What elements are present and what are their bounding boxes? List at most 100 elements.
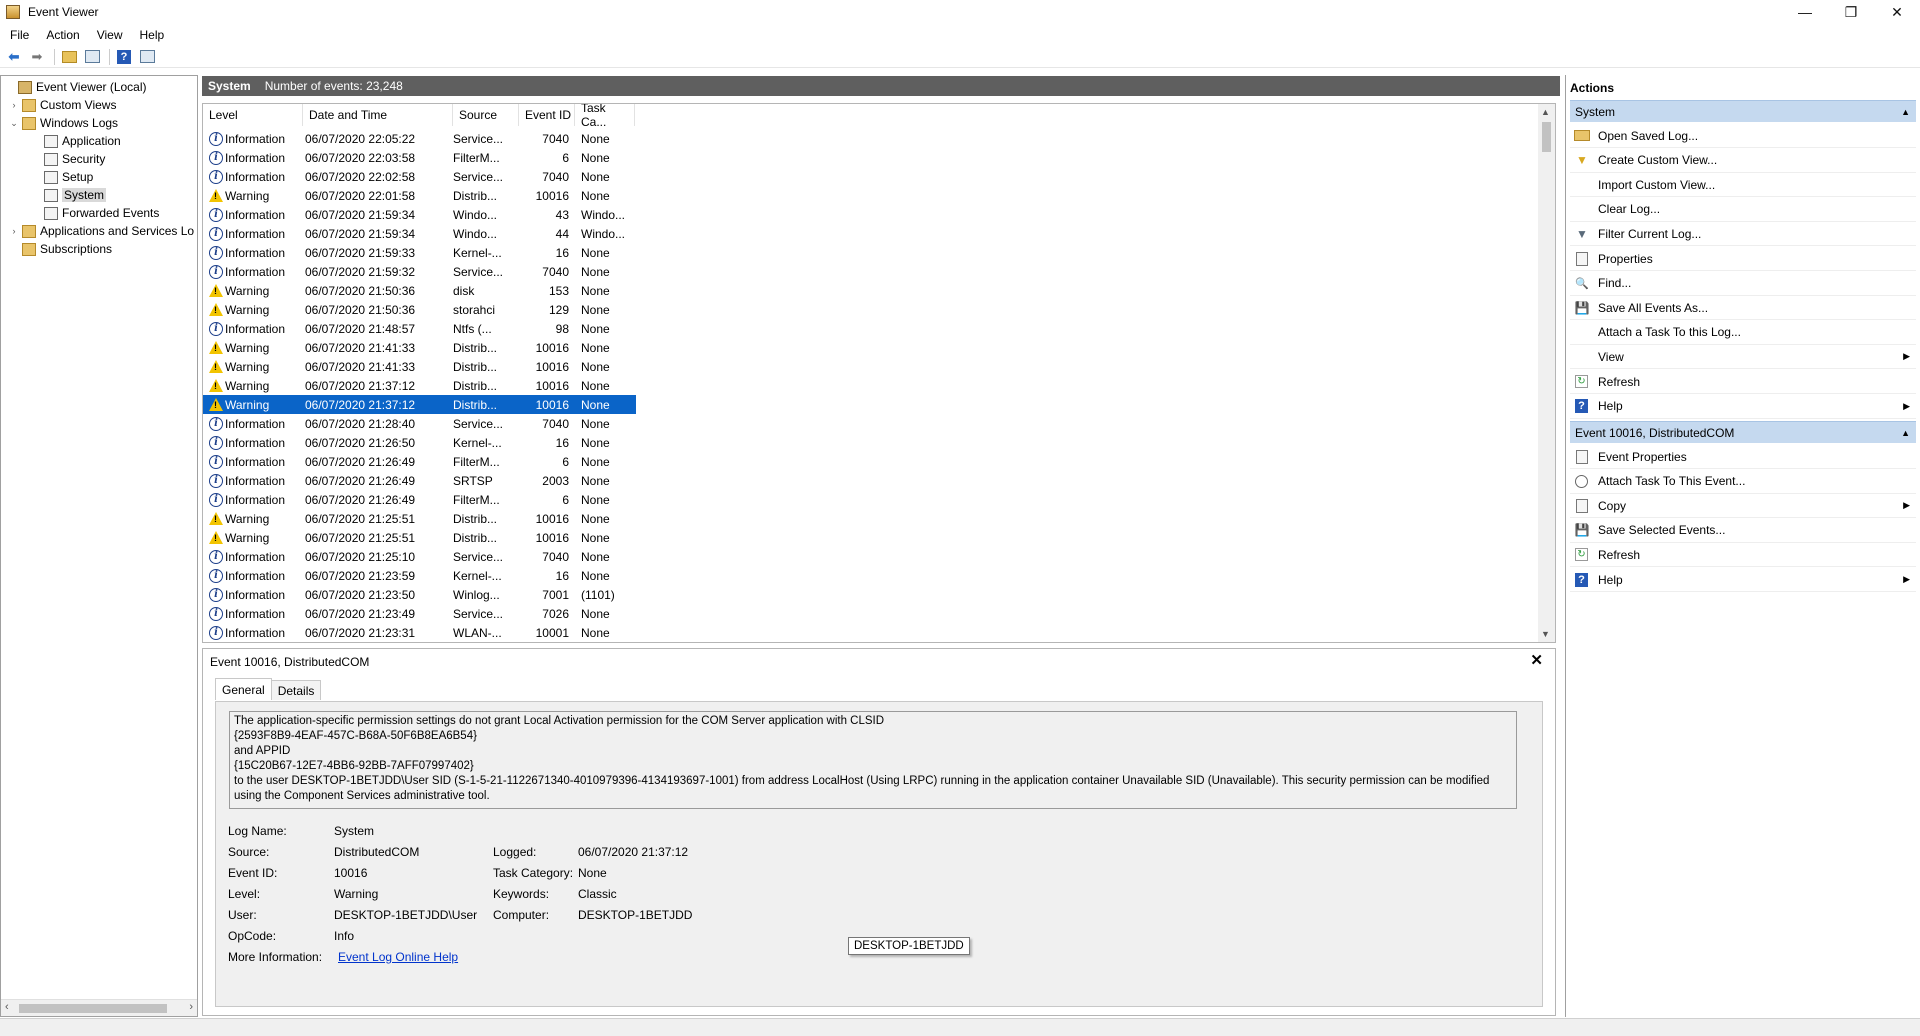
- scrollbar-thumb[interactable]: [1542, 122, 1551, 152]
- event-row[interactable]: i Information 06/07/2020 21:28:40 Service..…: [203, 414, 636, 433]
- tree-item-custom-views[interactable]: › Custom Views: [9, 96, 117, 114]
- tree-item-setup[interactable]: Setup: [31, 168, 93, 186]
- close-window-button[interactable]: ✕: [1874, 0, 1920, 24]
- event-row[interactable]: i Information 06/07/2020 21:26:49 SRTSP 2003…: [203, 471, 636, 490]
- scrollbar-thumb[interactable]: [19, 1004, 167, 1013]
- event-row[interactable]: i Information 06/07/2020 21:48:57 Ntfs (...…: [203, 319, 636, 338]
- event-row[interactable]: i Information 06/07/2020 21:26:49 FilterM..…: [203, 452, 636, 471]
- event-list-vertical-scrollbar[interactable]: ▲ ▼: [1538, 104, 1555, 642]
- event-row[interactable]: Warning 06/07/2020 21:41:33 Distrib... 1001…: [203, 357, 636, 376]
- help-icon[interactable]: ?: [114, 48, 134, 66]
- level-text: Warning: [225, 302, 270, 317]
- action-filter-current-log[interactable]: ▼ Filter Current Log...: [1570, 222, 1916, 247]
- action-refresh[interactable]: ↻ Refresh: [1570, 370, 1916, 394]
- tree-item-event-viewer-local[interactable]: Event Viewer (Local): [5, 78, 147, 96]
- action-open-saved-log[interactable]: Open Saved Log...: [1570, 124, 1916, 148]
- show-hide-action-pane-icon[interactable]: [137, 48, 157, 66]
- action-help[interactable]: ? Help ▶: [1570, 568, 1916, 592]
- event-row[interactable]: i Information 06/07/2020 21:59:32 Service..…: [203, 262, 636, 281]
- event-row[interactable]: i Information 06/07/2020 21:23:31 WLAN-... 1…: [203, 623, 636, 642]
- tree-item-forwarded-events[interactable]: Forwarded Events: [31, 204, 159, 222]
- event-row[interactable]: i Information 06/07/2020 21:26:50 Kernel-..…: [203, 433, 636, 452]
- event-row[interactable]: Warning 06/07/2020 21:37:12 Distrib... 1001…: [203, 376, 636, 395]
- scroll-right-arrow-icon[interactable]: ›: [189, 1001, 193, 1013]
- menu-help[interactable]: Help: [130, 28, 172, 42]
- column-header-source[interactable]: Source: [453, 104, 519, 126]
- collapse-arrow-icon[interactable]: ▲: [1901, 428, 1910, 438]
- column-header-task-category[interactable]: Task Ca...: [575, 104, 635, 129]
- action-label: View: [1598, 349, 1624, 364]
- level-text: Information: [225, 226, 286, 241]
- tree-item-applications-and-services[interactable]: › Applications and Services Lo: [9, 222, 195, 240]
- event-description-box[interactable]: The application-specific permission sett…: [229, 711, 1517, 809]
- event-row[interactable]: i Information 06/07/2020 21:59:34 Windo... 4…: [203, 205, 636, 224]
- event-row[interactable]: i Information 06/07/2020 21:26:49 FilterM..…: [203, 490, 636, 509]
- level-text: Warning: [225, 359, 270, 374]
- collapse-arrow-icon[interactable]: ▲: [1901, 107, 1910, 117]
- action-save-all-events-as[interactable]: 💾 Save All Events As...: [1570, 296, 1916, 321]
- tree-expander-icon[interactable]: ›: [9, 226, 19, 236]
- action-label: Filter Current Log...: [1598, 226, 1702, 241]
- action-create-custom-view[interactable]: ▼ Create Custom View...: [1570, 149, 1916, 173]
- action-properties[interactable]: Properties: [1570, 247, 1916, 271]
- tree-expander-icon[interactable]: ⌄: [9, 118, 19, 129]
- column-header-event-id[interactable]: Event ID: [519, 104, 575, 126]
- tree-item-security[interactable]: Security: [31, 150, 105, 168]
- show-hide-tree-icon[interactable]: [82, 48, 102, 66]
- action-label: Copy: [1598, 498, 1627, 513]
- forward-arrow-icon[interactable]: ➡: [27, 48, 47, 66]
- event-row[interactable]: Warning 06/07/2020 21:25:51 Distrib... 1001…: [203, 509, 636, 528]
- minimize-button[interactable]: —: [1782, 0, 1828, 24]
- tree-horizontal-scrollbar[interactable]: ‹ ›: [1, 999, 197, 1016]
- action-copy[interactable]: Copy ▶: [1570, 494, 1916, 519]
- action-event-properties[interactable]: Event Properties: [1570, 445, 1916, 469]
- action-import-custom-view[interactable]: Import Custom View...: [1570, 173, 1916, 198]
- event-row[interactable]: Warning 06/07/2020 21:50:36 disk 153 None: [203, 281, 636, 300]
- action-refresh[interactable]: ↻ Refresh: [1570, 543, 1916, 568]
- event-row[interactable]: i Information 06/07/2020 21:25:10 Service..…: [203, 547, 636, 566]
- action-help[interactable]: ? Help ▶: [1570, 395, 1916, 419]
- tree-item-application[interactable]: Application: [31, 132, 121, 150]
- actions-section-system[interactable]: System ▲: [1570, 100, 1916, 122]
- action-find[interactable]: 🔍 Find...: [1570, 272, 1916, 296]
- event-row[interactable]: Warning 06/07/2020 22:01:58 Distrib... 1001…: [203, 186, 636, 205]
- event-row[interactable]: i Information 06/07/2020 22:05:22 Service..…: [203, 129, 636, 148]
- tab-general[interactable]: General: [215, 678, 272, 700]
- event-row[interactable]: i Information 06/07/2020 22:02:58 Service..…: [203, 167, 636, 186]
- event-row[interactable]: i Information 06/07/2020 21:59:33 Kernel-..…: [203, 243, 636, 262]
- menu-view[interactable]: View: [87, 28, 130, 42]
- event-log-online-help-link[interactable]: Event Log Online Help: [338, 950, 458, 964]
- up-folder-icon[interactable]: [59, 48, 79, 66]
- close-icon[interactable]: ✕: [1530, 651, 1543, 669]
- action-view[interactable]: View ▶: [1570, 345, 1916, 370]
- event-row[interactable]: i Information 06/07/2020 22:03:58 FilterM..…: [203, 148, 636, 167]
- back-arrow-icon[interactable]: ⬅: [4, 48, 24, 66]
- tab-details[interactable]: Details: [270, 680, 322, 700]
- scroll-left-arrow-icon[interactable]: ‹: [5, 1001, 9, 1013]
- scroll-up-arrow-icon[interactable]: ▲: [1541, 107, 1550, 117]
- tree-item-subscriptions[interactable]: Subscriptions: [9, 240, 112, 258]
- action-attach-a-task-to-this-log[interactable]: Attach a Task To this Log...: [1570, 321, 1916, 345]
- actions-section-event[interactable]: Event 10016, DistributedCOM ▲: [1570, 421, 1916, 443]
- event-row[interactable]: i Information 06/07/2020 21:23:50 Winlog...…: [203, 585, 636, 604]
- event-row[interactable]: i Information 06/07/2020 21:23:59 Kernel-..…: [203, 566, 636, 585]
- event-row[interactable]: i Information 06/07/2020 21:59:34 Windo... 4…: [203, 224, 636, 243]
- column-header-level[interactable]: Level: [203, 104, 303, 126]
- restore-button[interactable]: ❐: [1828, 0, 1874, 24]
- tree-item-windows-logs[interactable]: ⌄ Windows Logs: [9, 114, 118, 132]
- action-clear-log[interactable]: Clear Log...: [1570, 198, 1916, 222]
- menu-file[interactable]: File: [0, 28, 36, 42]
- event-row[interactable]: i Information 06/07/2020 21:23:49 Service..…: [203, 604, 636, 623]
- action-attach-task-to-this-event[interactable]: Attach Task To This Event...: [1570, 470, 1916, 494]
- menu-action[interactable]: Action: [36, 28, 86, 42]
- event-row[interactable]: Warning 06/07/2020 21:25:51 Distrib... 1001…: [203, 528, 636, 547]
- tree-expander-icon[interactable]: ›: [9, 100, 19, 110]
- column-header-date-time[interactable]: Date and Time: [303, 104, 453, 126]
- event-row[interactable]: Warning 06/07/2020 21:41:33 Distrib... 1001…: [203, 338, 636, 357]
- scroll-down-arrow-icon[interactable]: ▼: [1541, 629, 1550, 639]
- action-save-selected-events[interactable]: 💾 Save Selected Events...: [1570, 519, 1916, 543]
- tree-item-system[interactable]: System: [31, 186, 107, 204]
- event-row[interactable]: Warning 06/07/2020 21:37:12 Distrib... 1001…: [203, 395, 636, 414]
- information-icon: i: [209, 568, 223, 583]
- event-row[interactable]: Warning 06/07/2020 21:50:36 storahci 129 Non…: [203, 300, 636, 319]
